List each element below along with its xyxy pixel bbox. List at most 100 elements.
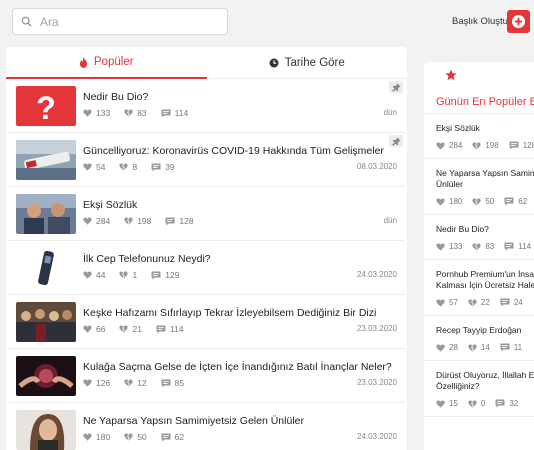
search-input[interactable] bbox=[40, 14, 210, 29]
topic-row[interactable]: Ne Yaparsa Yapsın Samimiyetsiz Gelen Ünl… bbox=[8, 403, 405, 450]
dislike-count[interactable]: 50 bbox=[472, 197, 494, 206]
like-count[interactable]: 66 bbox=[83, 324, 105, 334]
dislike-count[interactable]: 50 bbox=[124, 432, 147, 442]
flame-icon bbox=[79, 56, 88, 68]
like-count[interactable]: 28 bbox=[436, 343, 458, 352]
tab-by-date[interactable]: Tarihe Göre bbox=[206, 47, 407, 79]
comment-icon bbox=[151, 271, 161, 279]
popular-today-item-title[interactable]: Ünlüler bbox=[436, 179, 534, 190]
topic-title[interactable]: Keşke Hafızamı Sıfırlayıp Tekrar İzleyeb… bbox=[83, 307, 376, 319]
like-count[interactable]: 180 bbox=[83, 432, 110, 442]
broken-heart-icon bbox=[468, 344, 477, 352]
topic-thumbnail[interactable] bbox=[16, 140, 76, 180]
heart-icon bbox=[436, 198, 445, 206]
comment-count[interactable]: 128 bbox=[509, 141, 534, 150]
dislike-count[interactable]: 12 bbox=[124, 378, 147, 388]
dislike-count[interactable]: 22 bbox=[468, 298, 490, 307]
like-count-value: 66 bbox=[96, 324, 106, 334]
search-box[interactable] bbox=[12, 8, 228, 35]
comment-count[interactable]: 11 bbox=[500, 343, 522, 352]
topic-title[interactable]: Nedir Bu Dio? bbox=[83, 91, 148, 103]
topic-title[interactable]: Güncelliyoruz: Koronavirüs COVID-19 Hakk… bbox=[83, 145, 384, 157]
comment-count[interactable]: 39 bbox=[151, 162, 175, 172]
like-count[interactable]: 180 bbox=[436, 197, 462, 206]
dislike-count[interactable]: 198 bbox=[472, 141, 499, 150]
topic-row[interactable]: ? Nedir Bu Dio? 133 83 114 dün bbox=[8, 79, 405, 133]
comment-count-value: 24 bbox=[513, 298, 523, 307]
popular-today-item-title[interactable]: Pornhub Premium'un İnsan bbox=[436, 269, 534, 280]
popular-today-item-title[interactable]: Recep Tayyip Erdoğan bbox=[436, 325, 534, 336]
dislike-count-value: 21 bbox=[132, 324, 142, 334]
clock-icon bbox=[269, 58, 279, 67]
heart-icon bbox=[436, 344, 445, 352]
comment-count-value: 62 bbox=[174, 432, 185, 442]
topic-row[interactable]: Ekşi Sözlük 284 198 128 dün bbox=[8, 187, 405, 241]
comment-count[interactable]: 62 bbox=[161, 432, 184, 442]
dislike-count-value: 50 bbox=[485, 197, 495, 206]
dislike-count[interactable]: 198 bbox=[124, 216, 151, 226]
like-count[interactable]: 54 bbox=[83, 162, 105, 172]
like-count[interactable]: 133 bbox=[436, 242, 462, 251]
topic-thumbnail[interactable] bbox=[16, 194, 76, 234]
dislike-count[interactable]: 8 bbox=[119, 162, 137, 172]
create-topic-button[interactable] bbox=[507, 10, 530, 33]
like-count-value: 28 bbox=[449, 343, 458, 352]
popular-today-item[interactable]: Pornhub Premium'un İnsan Kalması İçin Ücr… bbox=[424, 260, 534, 316]
topic-thumbnail[interactable] bbox=[16, 410, 76, 450]
comment-icon bbox=[504, 197, 514, 206]
popular-today-item[interactable]: Ne Yaparsa Yapsın Samimi Ünlüler 180 50 62 bbox=[424, 159, 534, 215]
dislike-count[interactable]: 0 bbox=[468, 399, 485, 408]
topic-title[interactable]: Ne Yaparsa Yapsın Samimiyetsiz Gelen Ünl… bbox=[83, 415, 304, 427]
topic-row[interactable]: İlk Cep Telefonunuz Neydi? 44 1 129 24.03.20… bbox=[8, 241, 405, 295]
topic-title[interactable]: Kulağa Saçma Gelse de İçten İçe İnandığı… bbox=[83, 361, 392, 373]
like-count[interactable]: 57 bbox=[436, 298, 458, 307]
dislike-count[interactable]: 83 bbox=[472, 242, 494, 251]
popular-today-item-title[interactable]: Ne Yaparsa Yapsın Samimi bbox=[436, 168, 534, 179]
dislike-count[interactable]: 14 bbox=[468, 343, 490, 352]
pin-icon bbox=[391, 82, 401, 92]
like-count[interactable]: 15 bbox=[436, 399, 458, 408]
topic-thumbnail[interactable]: ? bbox=[16, 86, 76, 126]
like-count[interactable]: 284 bbox=[83, 216, 110, 226]
comment-count[interactable]: 114 bbox=[156, 324, 184, 334]
popular-today-item-title[interactable]: Nedir Bu Dio? bbox=[436, 224, 534, 235]
comment-count-value: 62 bbox=[518, 197, 528, 206]
dislike-count[interactable]: 83 bbox=[124, 108, 147, 118]
popular-today-item-title[interactable]: Ekşi Sözlük bbox=[436, 123, 534, 134]
topic-row[interactable]: Kulağa Saçma Gelse de İçten İçe İnandığı… bbox=[8, 349, 405, 403]
topic-row[interactable]: Keşke Hafızamı Sıfırlayıp Tekrar İzleyeb… bbox=[8, 295, 405, 349]
popular-today-item[interactable]: Dürüst Oluyoruz, İllallah Et Özelliğiniz?… bbox=[424, 361, 534, 417]
popular-today-item-title[interactable]: Kalması İçin Ücretsiz Hale G bbox=[436, 280, 534, 291]
like-count[interactable]: 44 bbox=[83, 270, 105, 280]
comment-count-value: 128 bbox=[179, 216, 194, 226]
comment-count[interactable]: 114 bbox=[504, 242, 531, 251]
comment-count[interactable]: 24 bbox=[500, 298, 523, 307]
like-count[interactable]: 126 bbox=[83, 378, 110, 388]
heart-icon bbox=[436, 142, 445, 150]
create-topic-label[interactable]: Başlık Oluştur bbox=[452, 16, 511, 27]
comment-count[interactable]: 128 bbox=[165, 216, 194, 226]
topic-thumbnail[interactable] bbox=[16, 302, 76, 342]
comment-count[interactable]: 62 bbox=[504, 197, 527, 206]
comment-count[interactable]: 129 bbox=[151, 270, 179, 280]
popular-today-item-title[interactable]: Dürüst Oluyoruz, İllallah Et bbox=[436, 370, 534, 381]
heart-icon bbox=[436, 243, 445, 251]
topic-thumbnail[interactable] bbox=[16, 356, 76, 396]
dislike-count[interactable]: 1 bbox=[119, 270, 137, 280]
popular-today-item-title[interactable]: Özelliğiniz? bbox=[436, 381, 534, 392]
comment-count[interactable]: 85 bbox=[161, 378, 184, 388]
topic-title[interactable]: İlk Cep Telefonunuz Neydi? bbox=[83, 253, 211, 265]
popular-today-item[interactable]: Nedir Bu Dio? 133 83 114 bbox=[424, 215, 534, 260]
comment-count[interactable]: 114 bbox=[161, 108, 188, 118]
like-count[interactable]: 133 bbox=[83, 108, 110, 118]
topic-row[interactable]: Güncelliyoruz: Koronavirüs COVID-19 Hakk… bbox=[8, 133, 405, 187]
comment-count[interactable]: 32 bbox=[495, 399, 518, 408]
popular-today-item[interactable]: Recep Tayyip Erdoğan 28 14 11 bbox=[424, 316, 534, 361]
dislike-count[interactable]: 21 bbox=[119, 324, 142, 334]
topic-thumbnail[interactable] bbox=[16, 248, 76, 288]
popular-today-item[interactable]: Ekşi Sözlük 284 198 128 bbox=[424, 114, 534, 159]
topic-title[interactable]: Ekşi Sözlük bbox=[83, 199, 137, 211]
topic-date: dün bbox=[383, 216, 397, 225]
like-count[interactable]: 284 bbox=[436, 141, 462, 150]
tab-popular[interactable]: Popüler bbox=[6, 47, 207, 79]
